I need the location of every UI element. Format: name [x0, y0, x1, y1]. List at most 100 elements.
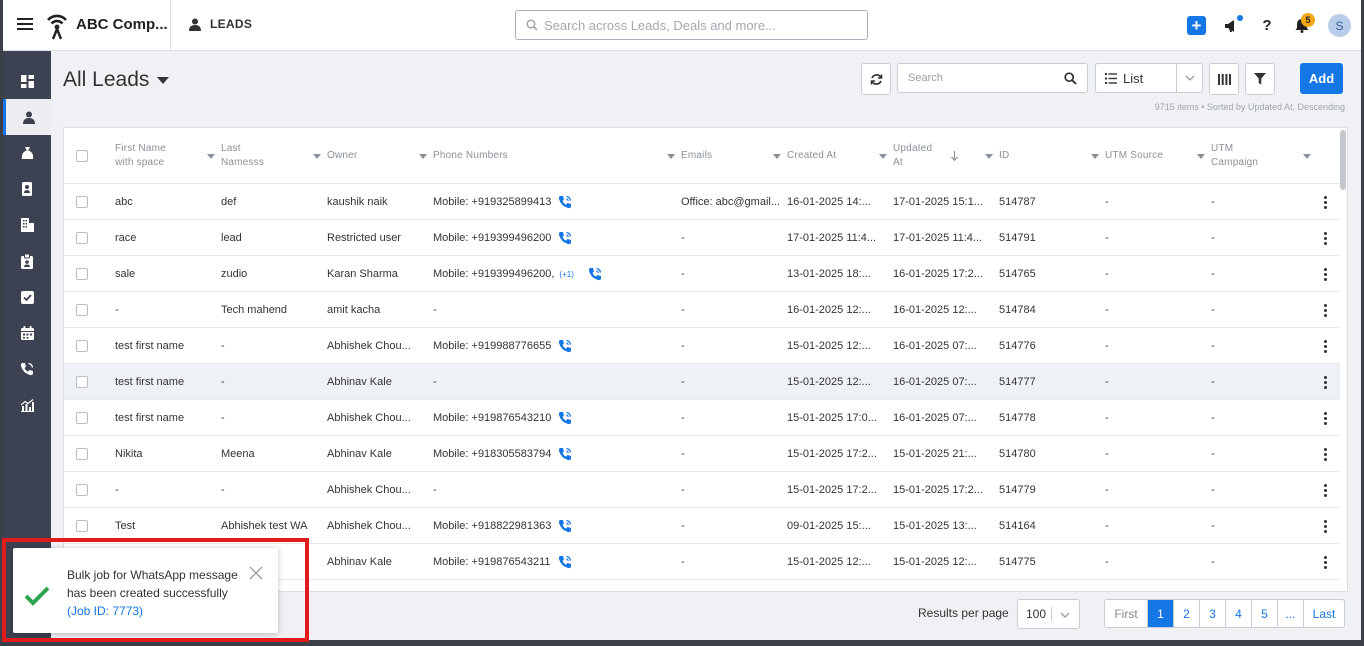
- cell-utm-campaign: -: [1211, 376, 1215, 388]
- call-icon[interactable]: [558, 231, 572, 245]
- global-search-input[interactable]: Search across Leads, Deals and more...: [515, 10, 868, 40]
- row-checkbox[interactable]: [76, 436, 88, 472]
- row-checkbox[interactable]: [76, 220, 88, 256]
- cell-phone: -: [433, 376, 437, 388]
- company-name[interactable]: ABC Comp...: [76, 16, 168, 33]
- table-row[interactable]: sale zudio Karan Sharma Mobile: +9193994962…: [64, 256, 1340, 292]
- column-header[interactable]: ID: [999, 128, 1105, 184]
- row-actions-kebab-icon[interactable]: [1321, 338, 1329, 354]
- call-icon[interactable]: [558, 195, 572, 209]
- row-checkbox[interactable]: [76, 328, 88, 364]
- filter-button[interactable]: [1245, 63, 1275, 95]
- row-actions-kebab-icon[interactable]: [1321, 302, 1329, 318]
- row-checkbox[interactable]: [76, 292, 88, 328]
- column-header[interactable]: Last Namesss: [221, 128, 327, 184]
- page-first-button[interactable]: First: [1105, 600, 1148, 627]
- select-all-checkbox[interactable]: [76, 128, 88, 184]
- table-row[interactable]: - Tech mahend amit kacha - - 16-01-2025 12:..…: [64, 292, 1340, 328]
- user-avatar[interactable]: S: [1328, 14, 1351, 37]
- column-header[interactable]: UTM Campaign: [1211, 128, 1317, 184]
- cell-owner: Karan Sharma: [327, 268, 398, 280]
- sidebar-item-reports[interactable]: [3, 387, 51, 423]
- call-icon[interactable]: [588, 267, 602, 281]
- cell-created-at: 16-01-2025 14:...: [787, 196, 871, 208]
- call-icon[interactable]: [558, 339, 572, 353]
- view-mode-select[interactable]: List: [1095, 63, 1203, 93]
- sidebar-item-companies[interactable]: [3, 207, 51, 243]
- row-actions-kebab-icon[interactable]: [1321, 554, 1329, 570]
- quick-add-button[interactable]: +: [1187, 16, 1206, 35]
- call-icon[interactable]: [558, 519, 572, 533]
- more-phones-link[interactable]: (+1): [559, 270, 573, 279]
- column-header[interactable]: Created At: [787, 128, 893, 184]
- column-header[interactable]: Owner: [327, 128, 433, 184]
- row-actions-kebab-icon[interactable]: [1321, 194, 1329, 210]
- cell-utm-campaign: -: [1211, 304, 1215, 316]
- page-last-button[interactable]: Last: [1304, 600, 1344, 627]
- call-icon[interactable]: [558, 411, 572, 425]
- results-per-page-select[interactable]: 100: [1017, 599, 1080, 629]
- view-title-dropdown[interactable]: All Leads: [63, 68, 170, 92]
- sidebar-item-leads[interactable]: [3, 99, 51, 135]
- table-search-placeholder: Search: [908, 72, 943, 84]
- help-button[interactable]: ?: [1258, 17, 1276, 35]
- page-1-button[interactable]: 1: [1148, 600, 1174, 627]
- announcement-button[interactable]: [1223, 14, 1243, 35]
- row-checkbox[interactable]: [76, 400, 88, 436]
- page-4-button[interactable]: 4: [1226, 600, 1252, 627]
- column-header[interactable]: Updated At: [893, 128, 999, 184]
- page-2-button[interactable]: 2: [1174, 600, 1200, 627]
- add-lead-button[interactable]: Add: [1300, 63, 1343, 94]
- table-row[interactable]: test first name - Abhinav Kale - - 15-01-2025…: [64, 364, 1340, 400]
- table-row[interactable]: abc def kaushik naik Mobile: +919325899413 O…: [64, 184, 1340, 220]
- cell-email: Office: abc@gmail...: [681, 196, 780, 208]
- sidebar-item-calls[interactable]: [3, 351, 51, 387]
- new-dot: [1237, 14, 1243, 21]
- table-search-input[interactable]: Search: [897, 63, 1088, 93]
- notifications-button[interactable]: 5: [1293, 12, 1315, 35]
- sidebar-item-tasks[interactable]: [3, 243, 51, 279]
- annotation-highlight-box: [2, 538, 309, 642]
- column-header[interactable]: Phone Numbers: [433, 128, 681, 184]
- row-actions-kebab-icon[interactable]: [1321, 374, 1329, 390]
- table-row[interactable]: - - Abhishek Chou... - - 15-01-2025 17:2... 15…: [64, 472, 1340, 508]
- table-row[interactable]: test first name - Abhishek Chou... Mobile: …: [64, 328, 1340, 364]
- refresh-button[interactable]: [861, 63, 891, 95]
- call-icon[interactable]: [558, 555, 572, 569]
- row-checkbox[interactable]: [76, 364, 88, 400]
- page-5-button[interactable]: 5: [1252, 600, 1278, 627]
- sort-caret-icon: [667, 154, 675, 159]
- cell-last-name: zudio: [221, 268, 248, 280]
- row-actions-kebab-icon[interactable]: [1321, 482, 1329, 498]
- row-actions-kebab-icon[interactable]: [1321, 446, 1329, 462]
- cell-owner: Abhinav Kale: [327, 376, 392, 388]
- menu-icon[interactable]: [17, 15, 33, 35]
- row-actions-kebab-icon[interactable]: [1321, 410, 1329, 426]
- column-header[interactable]: Emails: [681, 128, 787, 184]
- sidebar-item-todos[interactable]: [3, 279, 51, 315]
- cell-first-name: race: [115, 232, 137, 244]
- megaphone-icon: [1225, 19, 1234, 32]
- vertical-scrollbar[interactable]: [1340, 130, 1346, 190]
- column-header[interactable]: First Name with space: [115, 128, 221, 184]
- table-row[interactable]: race lead Restricted user Mobile: +91939949…: [64, 220, 1340, 256]
- cell-utm-source: -: [1105, 196, 1109, 208]
- sidebar-item-deals[interactable]: [3, 135, 51, 171]
- row-checkbox[interactable]: [76, 472, 88, 508]
- column-header[interactable]: UTM Source: [1105, 128, 1211, 184]
- row-checkbox[interactable]: [76, 184, 88, 220]
- row-actions-kebab-icon[interactable]: [1321, 518, 1329, 534]
- cell-utm-campaign: -: [1211, 196, 1215, 208]
- row-actions-kebab-icon[interactable]: [1321, 266, 1329, 282]
- table-row[interactable]: test first name - Abhishek Chou... Mobile: …: [64, 400, 1340, 436]
- sidebar-item-dashboard[interactable]: [3, 63, 51, 99]
- sidebar-item-contacts[interactable]: [3, 171, 51, 207]
- sidebar-item-calendar[interactable]: [3, 315, 51, 351]
- table-row[interactable]: Nikita Meena Abhinav Kale Mobile: +91830558…: [64, 436, 1340, 472]
- columns-button[interactable]: [1209, 63, 1239, 95]
- row-checkbox[interactable]: [76, 256, 88, 292]
- person-icon: [189, 18, 201, 31]
- row-actions-kebab-icon[interactable]: [1321, 230, 1329, 246]
- page-3-button[interactable]: 3: [1200, 600, 1226, 627]
- call-icon[interactable]: [558, 447, 572, 461]
